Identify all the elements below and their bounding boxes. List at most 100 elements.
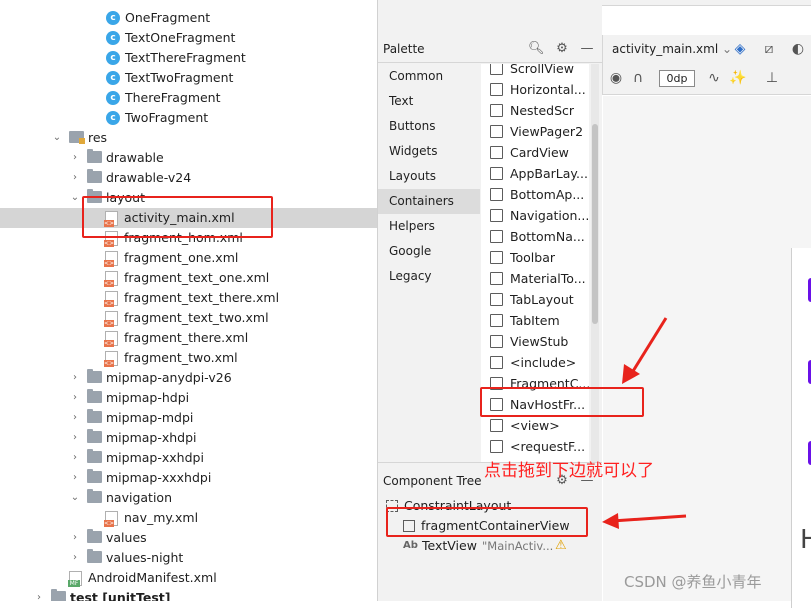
- magnet-icon[interactable]: ∩: [629, 69, 647, 87]
- tree-item-label: mipmap-hdpi: [106, 390, 190, 405]
- palette-category[interactable]: Common: [378, 64, 480, 89]
- tree-item[interactable]: c TextThereFragment: [0, 48, 377, 68]
- palette-category[interactable]: Containers: [378, 189, 480, 214]
- component-value: "MainActiv...: [482, 539, 554, 553]
- folder-icon: [87, 369, 102, 383]
- palette-category[interactable]: Layouts: [378, 164, 480, 189]
- palette-widget[interactable]: Navigation...: [481, 205, 589, 226]
- tree-item[interactable]: AndroidManifest.xml: [0, 568, 377, 588]
- tree-item-label: values: [106, 530, 147, 545]
- widget-icon: [490, 104, 503, 117]
- chevron-right-icon[interactable]: ›: [70, 393, 80, 403]
- tree-item[interactable]: fragment_text_two.xml: [0, 308, 377, 328]
- default-margin-field[interactable]: 0dp: [659, 70, 695, 87]
- palette-categories: Common Text Buttons Widgets Layouts Container…: [378, 64, 480, 462]
- layers-icon[interactable]: ◈: [731, 40, 749, 58]
- tree-item[interactable]: fragment_one.xml: [0, 248, 377, 268]
- tree-item[interactable]: › mipmap-mdpi: [0, 408, 377, 428]
- scrollbar-thumb[interactable]: [592, 124, 598, 324]
- warning-icon[interactable]: ⚠: [555, 536, 567, 556]
- palette-category[interactable]: Legacy: [378, 264, 480, 289]
- palette-widget[interactable]: BottomNa...: [481, 226, 589, 247]
- tree-item[interactable]: c TwoFragment: [0, 108, 377, 128]
- chevron-right-icon[interactable]: ›: [70, 473, 80, 483]
- palette-widget[interactable]: ScrollView: [481, 64, 589, 79]
- palette-category[interactable]: Helpers: [378, 214, 480, 239]
- tree-item[interactable]: ⌄ navigation: [0, 488, 377, 508]
- tree-item[interactable]: › mipmap-anydpi-v26: [0, 368, 377, 388]
- tree-item-label: mipmap-anydpi-v26: [106, 370, 232, 385]
- tree-item[interactable]: › test [unitTest]: [0, 588, 377, 601]
- palette-widget[interactable]: AppBarLay...: [481, 163, 589, 184]
- chevron-right-icon[interactable]: ›: [70, 153, 80, 163]
- palette-category[interactable]: Widgets: [378, 139, 480, 164]
- tree-item-label: drawable: [106, 150, 164, 165]
- tree-item[interactable]: c TextOneFragment: [0, 28, 377, 48]
- tree-item-label: fragment_text_two.xml: [124, 310, 269, 325]
- palette-widget[interactable]: BottomAp...: [481, 184, 589, 205]
- tree-item[interactable]: ⌄ res: [0, 128, 377, 148]
- tree-item[interactable]: fragment_text_one.xml: [0, 268, 377, 288]
- tree-item[interactable]: › mipmap-hdpi: [0, 388, 377, 408]
- tree-item[interactable]: fragment_two.xml: [0, 348, 377, 368]
- palette-widget[interactable]: TabLayout: [481, 289, 589, 310]
- palette-category[interactable]: Buttons: [378, 114, 480, 139]
- palette-widget[interactable]: CardView: [481, 142, 589, 163]
- chevron-right-icon[interactable]: ›: [70, 433, 80, 443]
- palette-widget[interactable]: Horizontal...: [481, 79, 589, 100]
- search-icon[interactable]: 🔍︎: [528, 41, 545, 57]
- chevron-right-icon[interactable]: ›: [34, 593, 44, 602]
- palette-widget[interactable]: ViewPager2: [481, 121, 589, 142]
- tree-item-label: OneFragment: [125, 10, 211, 25]
- minimize-icon[interactable]: —: [579, 41, 595, 57]
- tree-item[interactable]: c OneFragment: [0, 8, 377, 28]
- palette-widget[interactable]: <view>: [481, 415, 589, 436]
- tree-item[interactable]: › mipmap-xxxhdpi: [0, 468, 377, 488]
- tree-item[interactable]: fragment_there.xml: [0, 328, 377, 348]
- chevron-right-icon[interactable]: ›: [70, 553, 80, 563]
- widget-label: TabItem: [510, 313, 560, 328]
- component-text-view[interactable]: Ab TextView "MainActiv... ⚠: [403, 536, 598, 556]
- tree-item-label: mipmap-xxxhdpi: [106, 470, 212, 485]
- theme-icon[interactable]: ◐: [789, 40, 807, 58]
- layout-file-select[interactable]: activity_main.xml ⌄: [612, 42, 732, 56]
- tree-item[interactable]: nav_my.xml: [0, 508, 377, 528]
- orientation-icon[interactable]: ⧄: [760, 40, 778, 58]
- chevron-down-icon[interactable]: ⌄: [70, 193, 80, 203]
- tree-item[interactable]: › values-night: [0, 548, 377, 568]
- tree-item[interactable]: c TextTwoFragment: [0, 68, 377, 88]
- chevron-down-icon[interactable]: ⌄: [52, 133, 62, 143]
- chevron-down-icon[interactable]: ⌄: [70, 493, 80, 503]
- palette-widget[interactable]: <include>: [481, 352, 589, 373]
- palette-category[interactable]: Text: [378, 89, 480, 114]
- chevron-right-icon[interactable]: ›: [70, 533, 80, 543]
- tree-item[interactable]: › mipmap-xxhdpi: [0, 448, 377, 468]
- folder-icon: [87, 429, 102, 443]
- palette-widget[interactable]: Toolbar: [481, 247, 589, 268]
- tree-item[interactable]: › mipmap-xhdpi: [0, 428, 377, 448]
- chevron-right-icon[interactable]: ›: [70, 413, 80, 423]
- magic-wand-icon[interactable]: ✨: [729, 69, 747, 87]
- design-canvas[interactable]: [603, 96, 811, 608]
- chevron-right-icon[interactable]: ›: [70, 453, 80, 463]
- tree-item[interactable]: c ThereFragment: [0, 88, 377, 108]
- palette-widget[interactable]: TabItem: [481, 310, 589, 331]
- palette-widget[interactable]: ViewStub: [481, 331, 589, 352]
- clear-constraints-icon[interactable]: ∿: [705, 69, 723, 87]
- tree-item[interactable]: › drawable: [0, 148, 377, 168]
- guidelines-icon[interactable]: ⊥: [763, 69, 781, 87]
- eye-icon[interactable]: ◉: [607, 69, 625, 87]
- widget-icon: [490, 146, 503, 159]
- chevron-right-icon[interactable]: ›: [70, 173, 80, 183]
- palette-category[interactable]: Google: [378, 239, 480, 264]
- palette-widget[interactable]: MaterialTo...: [481, 268, 589, 289]
- tree-item-label: values-night: [106, 550, 184, 565]
- xml-file-icon: [104, 351, 118, 367]
- palette-widget[interactable]: <requestF...: [481, 436, 589, 457]
- chevron-right-icon[interactable]: ›: [70, 373, 80, 383]
- tree-item[interactable]: › drawable-v24: [0, 168, 377, 188]
- tree-item[interactable]: › values: [0, 528, 377, 548]
- palette-widget[interactable]: NestedScr: [481, 100, 589, 121]
- tree-item[interactable]: fragment_text_there.xml: [0, 288, 377, 308]
- gear-icon[interactable]: ⚙: [554, 41, 570, 57]
